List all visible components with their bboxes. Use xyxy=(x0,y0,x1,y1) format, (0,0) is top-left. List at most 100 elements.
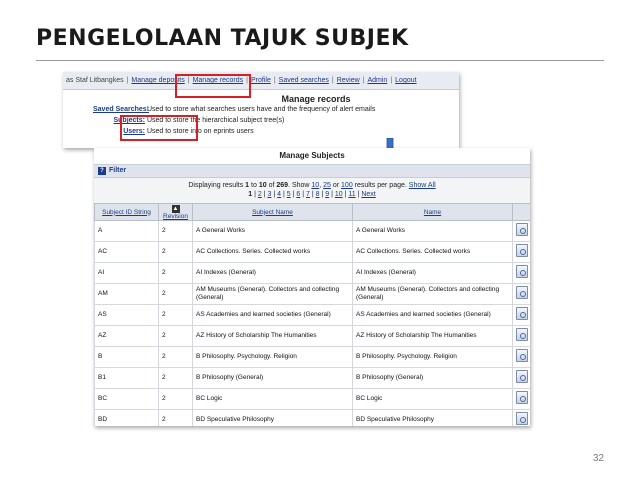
view-edit-icon[interactable] xyxy=(516,286,528,299)
table-row: BD 2 BD Speculative Philosophy BD Speculati… xyxy=(94,409,530,426)
nav-saved-searches[interactable]: Saved searches xyxy=(276,77,332,84)
cell-subject-id: BD xyxy=(94,409,159,426)
page-links-top: 1 | 2 | 3 | 4 | 5 | 6 | 7 | 8 | 9 | 10 |… xyxy=(248,191,376,198)
view-edit-icon[interactable] xyxy=(516,244,528,257)
nav-review[interactable]: Review xyxy=(334,77,363,84)
title-divider xyxy=(36,60,604,61)
cell-revision: 2 xyxy=(158,220,193,242)
cell-subject-id: AC xyxy=(94,241,159,263)
cell-name: B Philosophy. Psychology. Religion xyxy=(352,346,513,368)
cell-actions xyxy=(512,388,530,410)
cell-subject-id: A xyxy=(94,220,159,242)
cell-revision: 2 xyxy=(158,346,193,368)
col-name[interactable]: Name xyxy=(352,203,513,221)
admin-navbar: as Staf Litbangkes | Manage deposits | M… xyxy=(63,72,459,90)
filter-label: Filter xyxy=(109,167,127,174)
view-edit-icon[interactable] xyxy=(516,328,528,341)
manage-subjects-screenshot: Manage Subjects ? Filter Displaying resu… xyxy=(94,148,530,426)
per-page-10[interactable]: 10 xyxy=(311,182,319,189)
table-header-row: Subject ID String ▲ Revision Subject Nam… xyxy=(94,203,530,221)
cell-name: A General Works xyxy=(352,220,513,242)
cell-revision: 2 xyxy=(158,283,193,305)
col-actions xyxy=(512,203,530,221)
cell-name: AC Collections. Series. Collected works xyxy=(352,241,513,263)
table-row: B1 2 B Philosophy (General) B Philosophy (G… xyxy=(94,367,530,389)
cell-subject-name: AC Collections. Series. Collected works xyxy=(192,241,353,263)
nav-profile[interactable]: Profile xyxy=(248,77,274,84)
col-subject-name[interactable]: Subject Name xyxy=(192,203,353,221)
cell-revision: 2 xyxy=(158,304,193,326)
cell-name: AZ History of Scholarship The Humanities xyxy=(352,325,513,347)
cell-actions xyxy=(512,283,530,305)
col-subject-id[interactable]: Subject ID String xyxy=(94,203,159,221)
cell-revision: 2 xyxy=(158,241,193,263)
slide-title: PENGELOLAAN TAJUK SUBJEK xyxy=(36,26,409,51)
saved-searches-link[interactable]: Saved Searches: xyxy=(93,104,149,115)
view-edit-icon[interactable] xyxy=(516,223,528,236)
page-link[interactable]: 10 xyxy=(335,191,343,198)
cell-actions xyxy=(512,367,530,389)
next-page-link[interactable]: Next xyxy=(361,191,375,198)
cell-name: B Philosophy (General) xyxy=(352,367,513,389)
cell-revision: 2 xyxy=(158,325,193,347)
cell-revision: 2 xyxy=(158,262,193,284)
cell-actions xyxy=(512,346,530,368)
cell-subject-id: AI xyxy=(94,262,159,284)
page-link[interactable]: 2 xyxy=(258,191,262,198)
nav-user-label: as Staf Litbangkes xyxy=(66,77,124,84)
record-type-saved-searches: Saved Searches: Used to store what searc… xyxy=(93,104,459,115)
view-edit-icon[interactable] xyxy=(516,370,528,383)
manage-records-screenshot: as Staf Litbangkes | Manage deposits | M… xyxy=(63,72,459,148)
cell-name: AS Academies and learned societies (Gene… xyxy=(352,304,513,326)
cell-revision: 2 xyxy=(158,367,193,389)
table-row: AM 2 AM Museums (General). Collectors and … xyxy=(94,283,530,305)
view-edit-icon[interactable] xyxy=(516,412,528,425)
per-page-100[interactable]: 100 xyxy=(341,182,353,189)
cell-subject-id: AM xyxy=(94,283,159,305)
cell-actions xyxy=(512,262,530,284)
page-link[interactable]: 9 xyxy=(325,191,329,198)
view-edit-icon[interactable] xyxy=(516,265,528,278)
view-edit-icon[interactable] xyxy=(516,349,528,362)
page-link[interactable]: 6 xyxy=(296,191,300,198)
subjects-table: Subject ID String ▲ Revision Subject Nam… xyxy=(94,203,530,426)
cell-name: BC Logic xyxy=(352,388,513,410)
show-all-link[interactable]: Show All xyxy=(409,182,436,189)
table-row: BC 2 BC Logic BC Logic xyxy=(94,388,530,410)
cell-subject-name: BD Speculative Philosophy xyxy=(192,409,353,426)
page-link[interactable]: 7 xyxy=(306,191,310,198)
page-link[interactable]: 5 xyxy=(287,191,291,198)
page-link[interactable]: 8 xyxy=(316,191,320,198)
page-link[interactable]: 11 xyxy=(348,191,355,198)
cell-subject-name: AS Academies and learned societies (Gene… xyxy=(192,304,353,326)
cell-subject-name: BC Logic xyxy=(192,388,353,410)
col-revision[interactable]: ▲ Revision xyxy=(158,203,193,221)
cell-subject-id: B xyxy=(94,346,159,368)
filter-toggle[interactable]: ? Filter xyxy=(94,164,530,178)
cell-actions xyxy=(512,304,530,326)
table-row: AI 2 AI Indexes (General) AI Indexes (Gener… xyxy=(94,262,530,284)
slide-page-number: 32 xyxy=(592,453,604,464)
cell-subject-name: A General Works xyxy=(192,220,353,242)
table-row: AC 2 AC Collections. Series. Collected wor… xyxy=(94,241,530,263)
table-row: AS 2 AS Academies and learned societies (G… xyxy=(94,304,530,326)
nav-admin[interactable]: Admin xyxy=(364,77,390,84)
view-edit-icon[interactable] xyxy=(516,391,528,404)
page-link[interactable]: 3 xyxy=(267,191,271,198)
cell-revision: 2 xyxy=(158,388,193,410)
cell-subject-id: B1 xyxy=(94,367,159,389)
highlight-manage-records xyxy=(175,74,251,98)
sort-icon[interactable]: ▲ xyxy=(171,204,180,213)
cell-subject-name: AM Museums (General). Collectors and col… xyxy=(192,283,353,305)
per-page-25[interactable]: 25 xyxy=(323,182,331,189)
cell-name: AI Indexes (General) xyxy=(352,262,513,284)
manage-subjects-title: Manage Subjects xyxy=(94,148,530,164)
nav-logout[interactable]: Logout xyxy=(392,77,419,84)
cell-subject-id: AZ xyxy=(94,325,159,347)
page-current: 1 xyxy=(248,191,253,198)
table-row: AZ 2 AZ History of Scholarship The Humanit… xyxy=(94,325,530,347)
view-edit-icon[interactable] xyxy=(516,307,528,320)
cell-actions xyxy=(512,241,530,263)
cell-subject-name: AI Indexes (General) xyxy=(192,262,353,284)
page-link[interactable]: 4 xyxy=(277,191,281,198)
